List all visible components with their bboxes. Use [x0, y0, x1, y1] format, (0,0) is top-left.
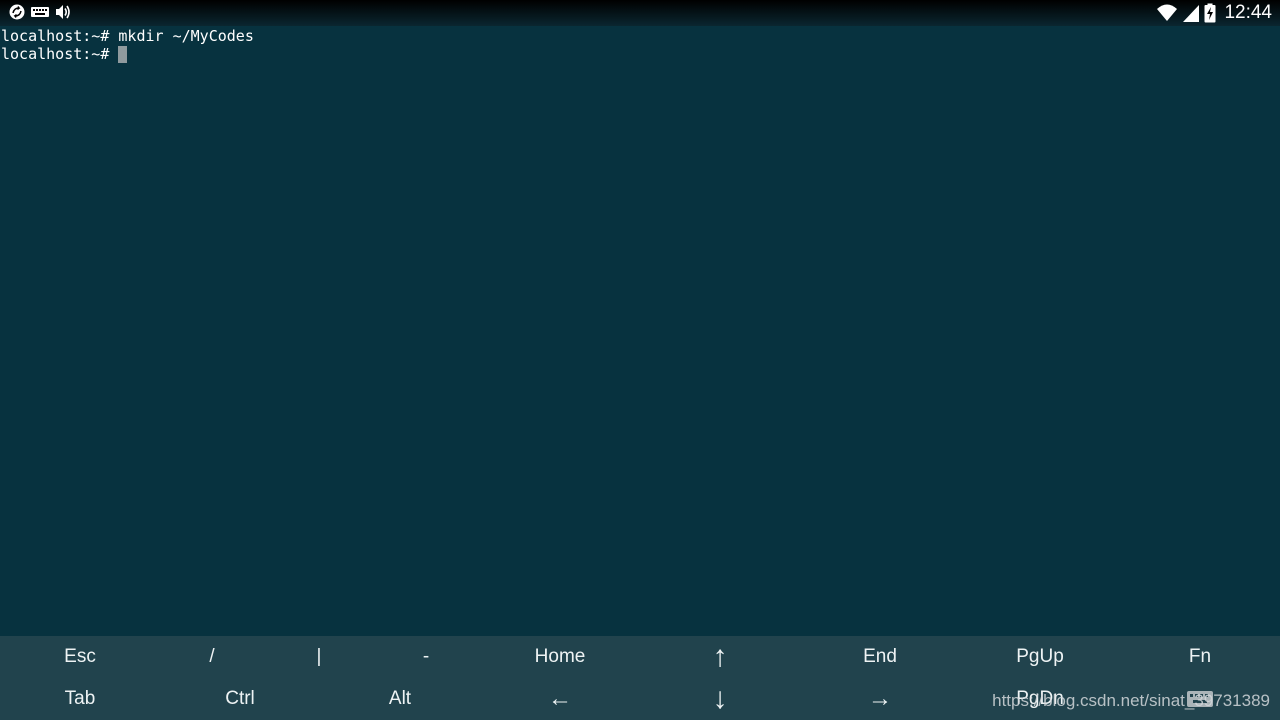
termux-screen: 12:44 localhost:~# mkdir ~/MyCodes local… — [0, 0, 1280, 720]
watermark-url: https://blog.csdn.net/sinat_39731389 — [992, 691, 1270, 710]
status-bar: 12:44 — [0, 0, 1280, 26]
keyboard-icon — [30, 5, 50, 19]
left-arrow-key[interactable]: ← — [500, 678, 620, 720]
tab-key[interactable]: Tab — [20, 678, 140, 720]
slash-key[interactable]: / — [152, 636, 272, 678]
shell-command: mkdir ~/MyCodes — [109, 27, 254, 45]
pipe-key[interactable]: | — [259, 636, 379, 678]
battery-charging-icon — [1204, 3, 1216, 23]
extra-keys-row-1: Esc / | - Home ↑ End PgUp Fn — [0, 636, 1280, 678]
terminal-line: localhost:~# — [1, 45, 1280, 63]
end-key[interactable]: End — [820, 636, 940, 678]
up-arrow-key[interactable]: ↑ — [660, 636, 780, 678]
home-key[interactable]: Home — [500, 636, 620, 678]
shell-prompt: localhost:~# — [1, 27, 110, 45]
pgup-key[interactable]: PgUp — [980, 636, 1100, 678]
right-arrow-key[interactable]: → — [820, 678, 940, 720]
status-bar-left — [8, 3, 72, 21]
terminal-cursor — [118, 45, 128, 63]
volume-icon — [54, 3, 72, 21]
esc-key[interactable]: Esc — [20, 636, 140, 678]
down-arrow-key[interactable]: ↓ — [660, 678, 780, 720]
terminal-line: localhost:~# mkdir ~/MyCodes — [1, 27, 1280, 45]
fn-key[interactable]: Fn — [1140, 636, 1260, 678]
alt-key[interactable]: Alt — [340, 678, 460, 720]
status-bar-right: 12:44 — [1156, 2, 1272, 24]
shell-prompt: localhost:~# — [1, 45, 110, 63]
terminal-output[interactable]: localhost:~# mkdir ~/MyCodes localhost:~… — [1, 27, 1280, 627]
wifi-icon — [1156, 3, 1178, 23]
sync-icon — [8, 3, 26, 21]
ctrl-key[interactable]: Ctrl — [180, 678, 300, 720]
clock: 12:44 — [1224, 2, 1272, 23]
signal-icon — [1182, 3, 1200, 23]
dash-key[interactable]: - — [366, 636, 486, 678]
